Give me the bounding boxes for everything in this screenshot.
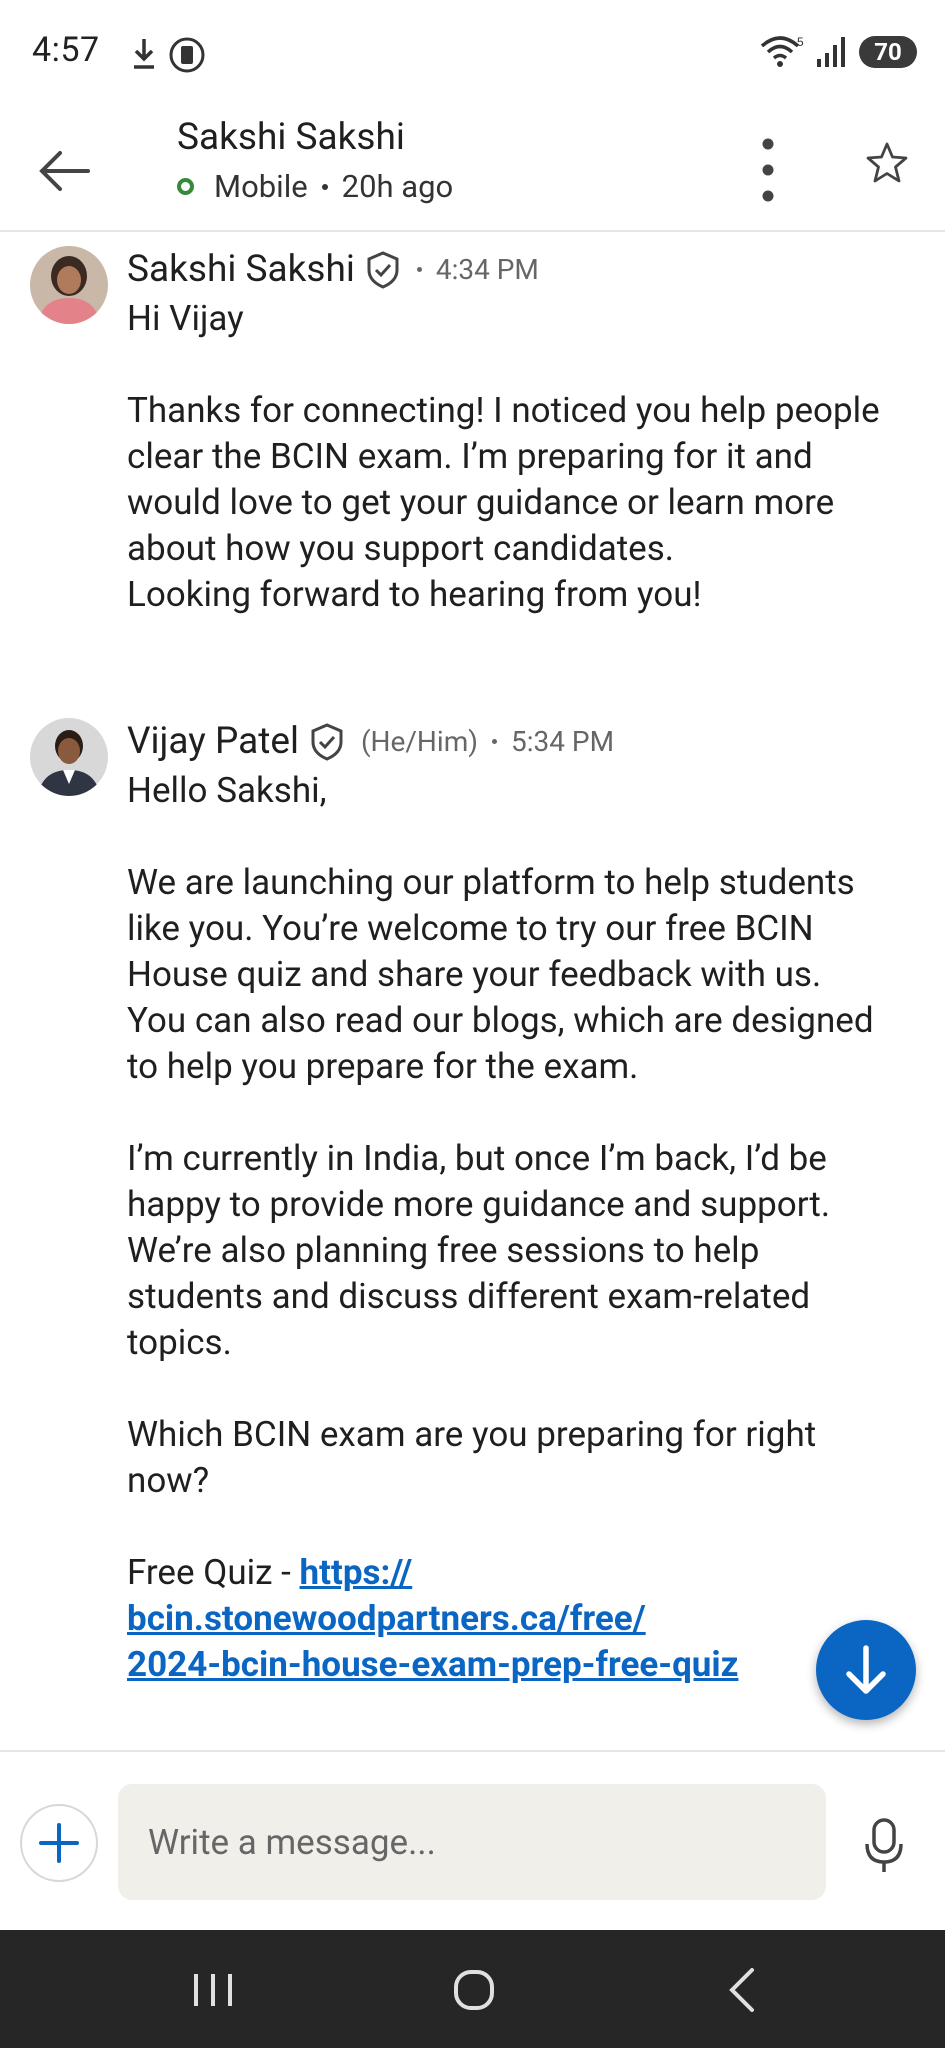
wifi-icon: 5 [760,35,804,67]
system-navigation-bar [0,1930,945,2048]
quiz-link-part[interactable]: bcin.stonewoodpartners.ca/free/ [127,1598,646,1639]
verified-badge-icon [367,250,399,289]
sender-pronouns: (He/Him) [360,725,478,758]
arrow-down-icon [846,1645,886,1694]
quiz-link-part[interactable]: 2024-bcin-house-exam-prep-free-quiz [127,1644,738,1685]
quiz-link-part[interactable]: https:// [300,1552,413,1593]
svg-text:5: 5 [797,35,804,49]
status-bar: 4:57 5 70 [0,0,945,110]
presence-status: Mobile 20h ago [177,168,453,205]
message-body: Hello Sakshi, We are launching our platf… [127,768,887,1688]
attach-button[interactable] [20,1804,98,1882]
online-status-icon [177,178,194,195]
contact-name[interactable]: Sakshi Sakshi [177,116,405,159]
message-composer [0,1750,945,1930]
battery-icon: 70 [859,36,917,68]
screen-record-icon [169,37,205,73]
star-icon[interactable] [864,140,910,186]
avatar[interactable] [30,246,108,324]
signal-icon [817,37,845,67]
home-icon[interactable] [452,1968,496,2012]
more-options-icon[interactable] [748,130,788,210]
plus-icon [39,1823,79,1863]
recent-apps-icon[interactable] [190,1970,236,2010]
separator-dot [321,183,328,190]
message-input[interactable] [118,1784,826,1900]
presence-device: Mobile [214,168,308,205]
link-prefix: Free Quiz - [127,1552,300,1593]
message-text: Hello Sakshi, We are launching our platf… [127,770,874,1501]
sender-name[interactable]: Vijay Patel [127,720,299,763]
avatar[interactable] [30,718,108,796]
microphone-icon[interactable] [862,1816,906,1876]
verified-badge-icon [311,722,343,761]
scroll-to-bottom-button[interactable] [816,1620,916,1720]
separator-dot [416,267,422,272]
message-list[interactable]: Sakshi Sakshi 4:34 PM Hi Vijay Thanks fo… [0,234,945,1750]
message-time: 4:34 PM [435,253,539,286]
last-seen: 20h ago [341,168,454,205]
conversation-header: Sakshi Sakshi Mobile 20h ago [0,110,945,232]
message-time: 5:34 PM [511,725,615,758]
message-body: Hi Vijay Thanks for connecting! I notice… [127,298,880,615]
back-arrow-icon[interactable] [30,136,100,206]
download-icon [134,39,154,69]
sender-name[interactable]: Sakshi Sakshi [127,248,355,291]
system-back-icon[interactable] [724,1966,758,2014]
status-time: 4:57 [32,30,100,70]
separator-dot [492,739,497,744]
